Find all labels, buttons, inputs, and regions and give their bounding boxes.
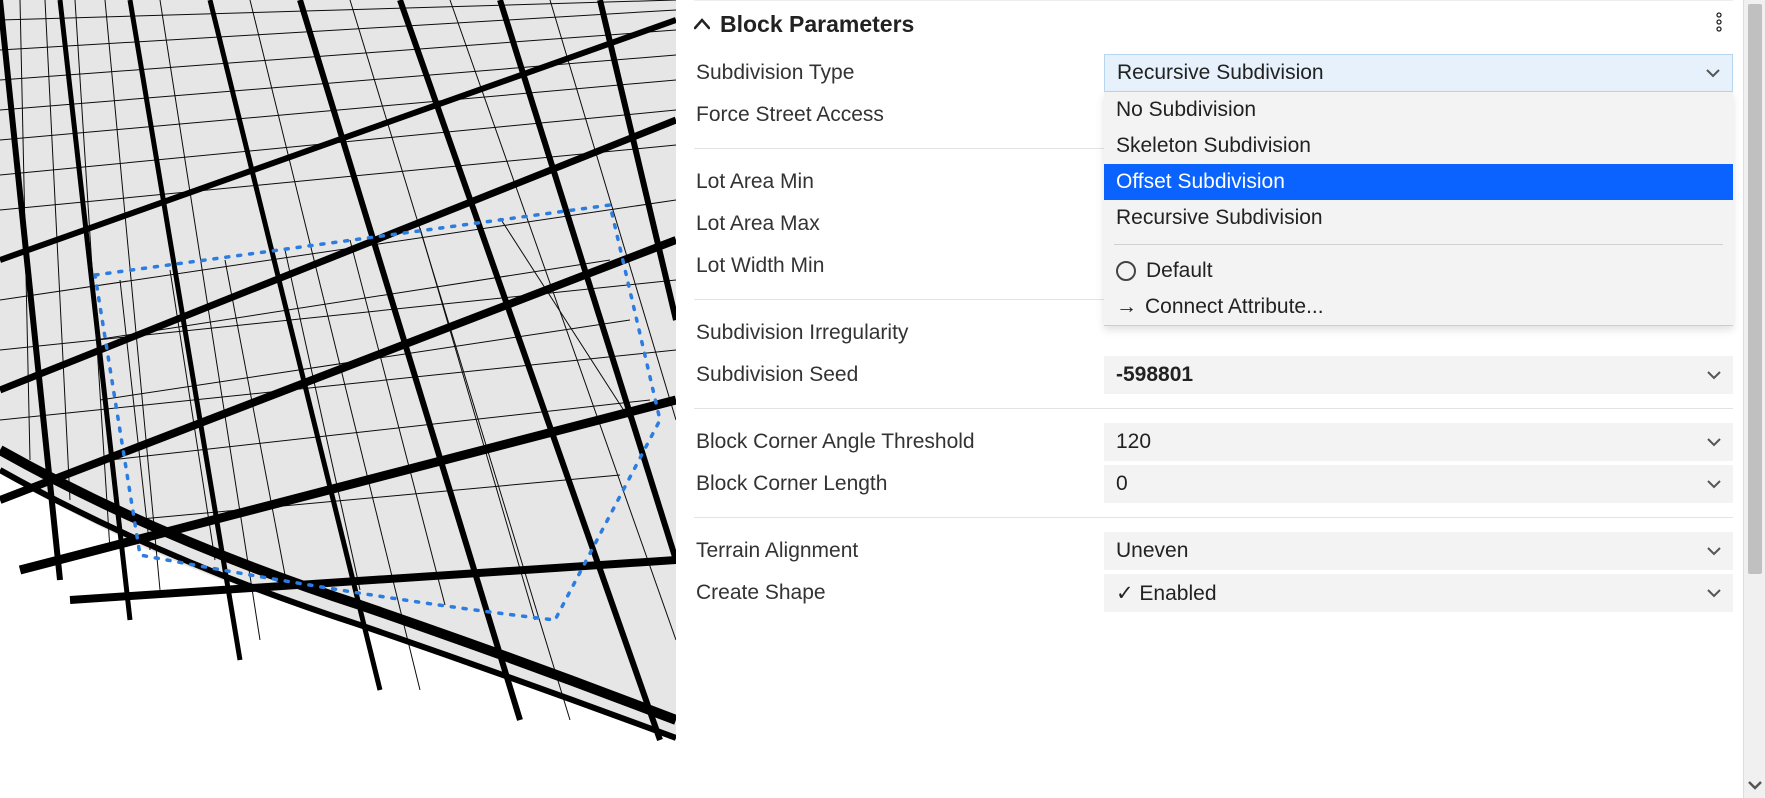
dropdown-option-no-subdivision[interactable]: No Subdivision xyxy=(1104,92,1733,128)
label-subdivision-seed: Subdivision Seed xyxy=(694,363,1104,387)
label-block-corner-angle-threshold: Block Corner Angle Threshold xyxy=(694,430,1104,454)
field-block-corner-angle-threshold[interactable]: 120 xyxy=(1104,423,1733,461)
chevron-down-icon xyxy=(1706,65,1720,81)
inspector-panel: Block Parameters Subdivision Type Recurs… xyxy=(676,0,1765,798)
scrollbar[interactable] xyxy=(1743,0,1765,798)
value-block-corner-length: 0 xyxy=(1116,472,1128,496)
label-lot-area-min: Lot Area Min xyxy=(694,170,1104,194)
viewport-3d[interactable] xyxy=(0,0,676,798)
label-lot-area-max: Lot Area Max xyxy=(694,212,1104,236)
chevron-down-icon xyxy=(1707,434,1721,450)
dropdown-option-recursive-subdivision[interactable]: Recursive Subdivision xyxy=(1104,200,1733,236)
scrollbar-down-arrow-icon[interactable] xyxy=(1744,772,1765,798)
chevron-down-icon xyxy=(1707,543,1721,559)
section-title: Block Parameters xyxy=(720,11,914,38)
field-subdivision-type[interactable]: Recursive Subdivision xyxy=(1104,54,1733,92)
label-create-shape: Create Shape xyxy=(694,581,1104,605)
chevron-down-icon xyxy=(1707,585,1721,601)
dropdown-option-skeleton-subdivision[interactable]: Skeleton Subdivision xyxy=(1104,128,1733,164)
label-subdivision-irregularity: Subdivision Irregularity xyxy=(694,321,1104,345)
section-header-block-parameters[interactable]: Block Parameters xyxy=(694,0,1733,52)
more-menu-icon[interactable] xyxy=(1715,12,1723,37)
value-create-shape: ✓ Enabled xyxy=(1116,581,1217,606)
dropdown-connect-attribute[interactable]: → Connect Attribute... xyxy=(1104,289,1733,325)
chevron-up-icon xyxy=(694,14,720,35)
field-subdivision-seed[interactable]: -598801 xyxy=(1104,356,1733,394)
subdivision-type-dropdown: No Subdivision Skeleton Subdivision Offs… xyxy=(1104,92,1733,326)
label-force-street-access: Force Street Access xyxy=(694,103,1104,127)
label-block-corner-length: Block Corner Length xyxy=(694,472,1104,496)
divider xyxy=(694,517,1733,518)
radio-icon xyxy=(1116,261,1136,281)
value-subdivision-seed: -598801 xyxy=(1116,363,1193,387)
arrow-right-icon: → xyxy=(1116,295,1137,319)
label-subdivision-type: Subdivision Type xyxy=(694,61,1104,85)
divider xyxy=(694,408,1733,409)
field-block-corner-length[interactable]: 0 xyxy=(1104,465,1733,503)
dropdown-separator xyxy=(1114,244,1723,245)
field-create-shape[interactable]: ✓ Enabled xyxy=(1104,574,1733,612)
chevron-down-icon xyxy=(1707,476,1721,492)
dropdown-option-offset-subdivision[interactable]: Offset Subdivision xyxy=(1104,164,1733,200)
scrollbar-thumb[interactable] xyxy=(1748,4,1762,574)
chevron-down-icon xyxy=(1707,367,1721,383)
value-block-corner-angle-threshold: 120 xyxy=(1116,430,1151,454)
label-lot-width-min: Lot Width Min xyxy=(694,254,1104,278)
dropdown-default[interactable]: Default xyxy=(1104,253,1733,289)
label-terrain-alignment: Terrain Alignment xyxy=(694,539,1104,563)
city-wireframe xyxy=(0,0,676,798)
value-subdivision-type: Recursive Subdivision xyxy=(1117,61,1324,85)
value-terrain-alignment: Uneven xyxy=(1116,539,1188,563)
field-terrain-alignment[interactable]: Uneven xyxy=(1104,532,1733,570)
